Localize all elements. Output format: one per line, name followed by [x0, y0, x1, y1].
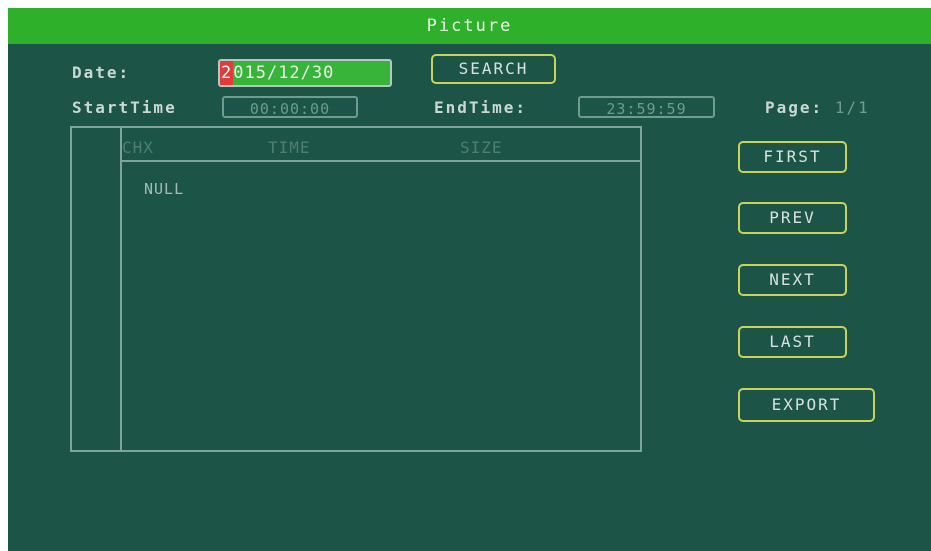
end-time-field[interactable]: 23:59:59: [578, 96, 715, 118]
end-time-label: EndTime:: [434, 98, 528, 117]
window-title: Picture: [8, 8, 931, 44]
search-button[interactable]: SEARCH: [431, 54, 556, 84]
table-row[interactable]: NULL: [144, 180, 184, 198]
prev-page-button[interactable]: PREV: [738, 202, 847, 234]
column-header-time: TIME: [268, 138, 311, 157]
page-label: Page:: [765, 98, 824, 117]
date-label: Date:: [72, 63, 131, 82]
next-page-button[interactable]: NEXT: [738, 264, 847, 296]
export-button[interactable]: EXPORT: [738, 388, 875, 422]
page-indicator: Page: 1/1: [765, 98, 870, 117]
page-number: 1/1: [834, 98, 870, 117]
last-page-button[interactable]: LAST: [738, 326, 847, 358]
start-time-label: StartTime: [72, 98, 177, 117]
date-field[interactable]: 2015/12/30: [218, 59, 392, 87]
column-header-chx: CHX: [122, 138, 154, 157]
date-cursor-digit: 2: [220, 61, 234, 85]
first-page-button[interactable]: FIRST: [738, 141, 847, 173]
picture-screen: Picture Date: 2015/12/30 SEARCH StartTim…: [8, 8, 931, 551]
table-header-divider: [120, 160, 640, 162]
date-value: 015/12/30: [233, 63, 335, 83]
file-table: CHX TIME SIZE NULL: [70, 126, 642, 452]
column-header-size: SIZE: [460, 138, 503, 157]
table-column-divider: [120, 128, 122, 450]
start-time-field[interactable]: 00:00:00: [222, 96, 358, 118]
